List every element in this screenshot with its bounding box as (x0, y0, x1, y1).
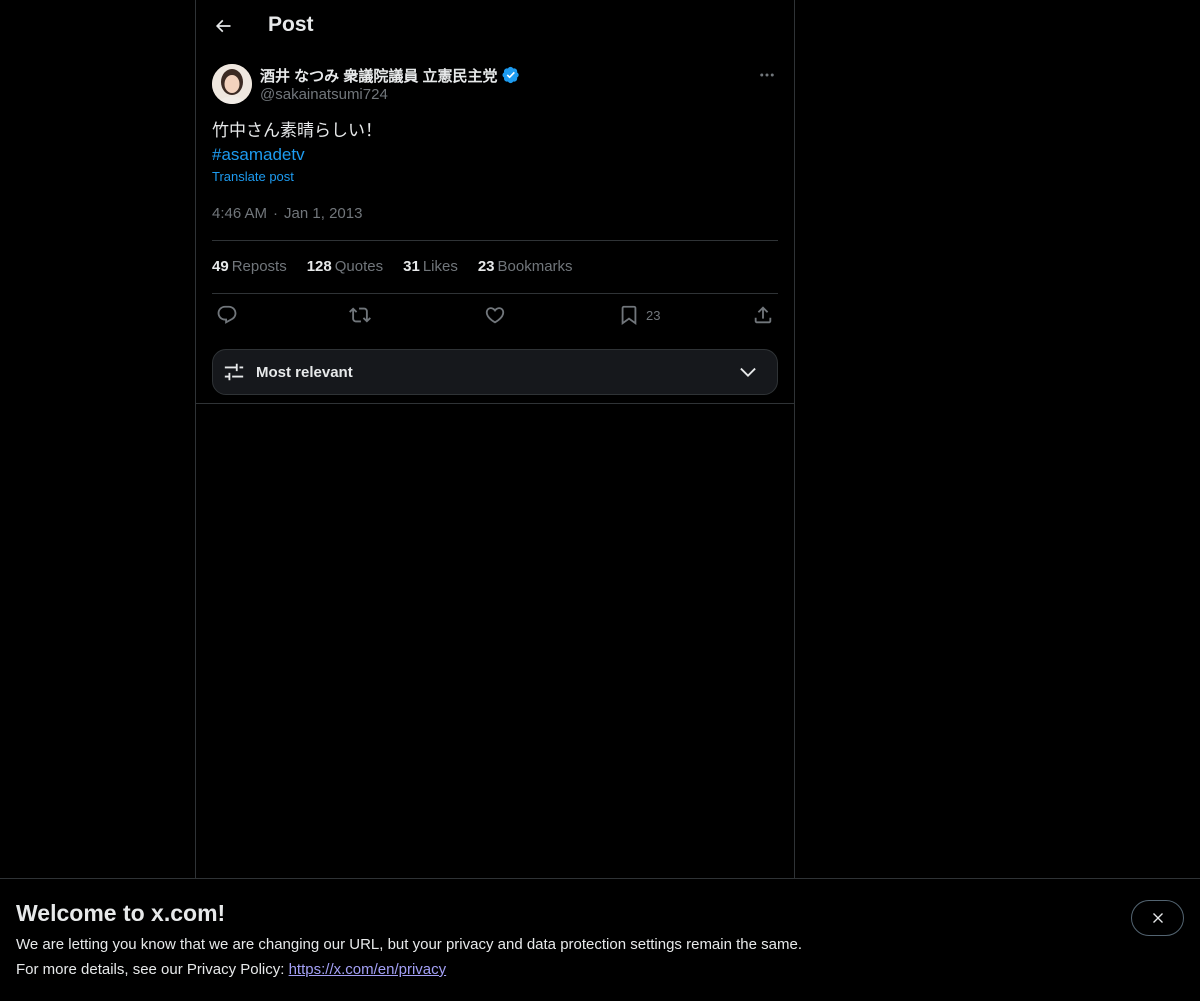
hashtag-link[interactable]: #asamadetv (212, 143, 778, 167)
bookmark-count: 23 (646, 307, 661, 323)
stat-quotes[interactable]: 128 Quotes (307, 258, 383, 278)
privacy-policy-link[interactable]: https://x.com/en/privacy (289, 961, 447, 978)
author-info: 酒井 なつみ 衆議院議員 立憲民主党 @sakainatsumi724 (260, 64, 520, 103)
post-body: 竹中さん素晴らしい！ #asamadetv Translate post (212, 119, 778, 186)
post-text: 竹中さん素晴らしい！ (212, 121, 382, 140)
repost-icon (349, 307, 371, 323)
back-button[interactable] (206, 9, 240, 43)
meta-separator: · (273, 205, 279, 222)
avatar[interactable] (212, 64, 252, 104)
post-time[interactable]: 4:46 AM (212, 205, 267, 222)
close-icon (1152, 913, 1163, 923)
main-column: Post 酒井 なつみ 衆議院議員 立憲民主党 @sakainatsumi724 (195, 0, 795, 1000)
page-header: Post (196, 0, 794, 53)
bookmark-button[interactable]: 23 (618, 304, 660, 326)
verified-badge-icon (502, 66, 519, 84)
more-options-button[interactable] (756, 64, 778, 86)
banner-text: We are letting you know that we are chan… (16, 936, 802, 953)
banner-title: Welcome to x.com! (16, 900, 226, 926)
stat-bookmarks[interactable]: 23 Bookmarks (478, 258, 573, 278)
close-banner-button[interactable] (1131, 900, 1184, 936)
back-arrow-icon (215, 19, 231, 33)
like-button[interactable] (484, 304, 506, 326)
share-icon (754, 306, 772, 324)
sliders-icon (224, 363, 244, 381)
divider (196, 403, 794, 404)
repost-button[interactable] (349, 304, 371, 326)
banner-privacy-line: For more details, see our Privacy Policy… (16, 961, 446, 978)
post-date[interactable]: Jan 1, 2013 (284, 205, 362, 222)
post-stats: 49 Reposts 128 Quotes 31 Likes 23 Bookmarks (212, 258, 573, 278)
author-name[interactable]: 酒井 なつみ 衆議院議員 立憲民主党 (260, 65, 498, 86)
sort-label: Most relevant (256, 363, 353, 381)
sort-replies-dropdown[interactable]: Most relevant (212, 349, 778, 395)
bookmark-icon (621, 305, 637, 326)
stat-likes[interactable]: 31 Likes (403, 258, 458, 278)
stat-reposts[interactable]: 49 Reposts (212, 258, 287, 278)
divider (212, 293, 778, 294)
share-button[interactable] (752, 304, 774, 326)
translate-post-link[interactable]: Translate post (212, 169, 294, 184)
post-meta: 4:46 AM · Jan 1, 2013 (212, 205, 362, 222)
author-name-row: 酒井 なつみ 衆議院議員 立憲民主党 (260, 64, 520, 86)
welcome-banner: Welcome to x.com! We are letting you kno… (0, 878, 1200, 1001)
more-dots-icon (760, 73, 774, 77)
author-handle[interactable]: @sakainatsumi724 (260, 86, 520, 103)
post-actions: 23 (212, 304, 778, 332)
page-title: Post (268, 13, 314, 36)
banner-privacy-prefix: For more details, see our Privacy Policy… (16, 961, 289, 978)
reply-button[interactable] (216, 304, 238, 326)
like-icon (485, 307, 505, 324)
reply-icon (217, 305, 237, 324)
divider (212, 240, 778, 241)
chevron-down-icon (740, 367, 756, 377)
